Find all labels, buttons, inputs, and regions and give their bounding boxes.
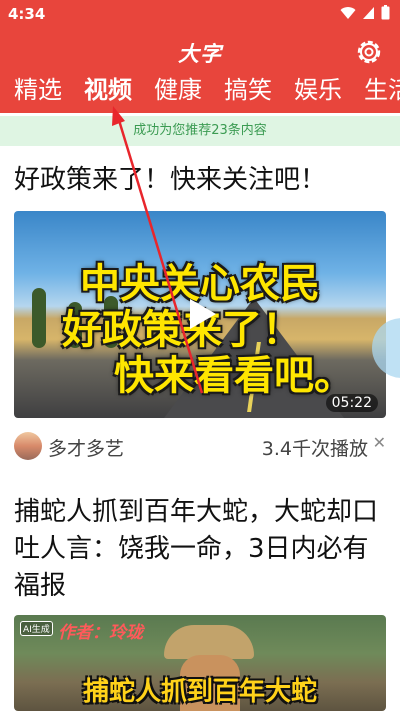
title-row: 大字 <box>0 32 400 72</box>
ai-generated-badge: AI生成 <box>20 621 53 636</box>
author-name[interactable]: 多才多艺 <box>48 434 124 461</box>
play-icon[interactable] <box>180 293 222 335</box>
signal-icon <box>363 6 374 19</box>
avatar[interactable] <box>14 432 42 460</box>
tab-label: 精选 <box>14 76 62 104</box>
tab-entertainment[interactable]: 娱乐 <box>280 74 350 112</box>
screen: 4:34 大字 精选 视频 健康 搞笑 娱乐 生 成功为您推荐23条内容 好政策… <box>0 0 400 711</box>
status-icons <box>340 5 390 20</box>
cover-text: 快来看看吧。 <box>114 353 354 399</box>
tab-label: 视频 <box>84 76 132 104</box>
tab-life[interactable]: 生活 <box>350 74 400 112</box>
article-meta: 多才多艺 3.4千次播放 ✕ <box>14 432 386 462</box>
category-tabs: 精选 视频 健康 搞笑 娱乐 生活 <box>0 74 400 116</box>
battery-icon <box>381 5 390 20</box>
wifi-icon <box>340 6 356 19</box>
tab-label: 搞笑 <box>224 76 272 104</box>
header: 4:34 大字 精选 视频 健康 搞笑 娱乐 生 <box>0 0 400 116</box>
recommendation-toast: 成功为您推荐23条内容 <box>0 116 400 146</box>
article-title[interactable]: 捕蛇人抓到百年大蛇，大蛇却口吐人言：饶我一命，3日内必有福报 <box>14 494 386 605</box>
cover-text: 捕蛇人抓到百年大蛇 <box>82 677 317 707</box>
close-icon[interactable]: ✕ <box>373 433 386 452</box>
play-count: 3.4千次播放 <box>261 438 368 460</box>
video-thumbnail[interactable]: 中央关心农民 好政策来了！ 快来看看吧。 05:22 <box>14 211 386 418</box>
tab-video[interactable]: 视频 <box>70 74 140 116</box>
video-thumbnail[interactable]: AI生成 作者：玲珑 捕蛇人抓到百年大蛇 <box>14 615 386 711</box>
article-title[interactable]: 好政策来了！快来关注吧！ <box>14 162 386 199</box>
tab-label: 娱乐 <box>294 76 342 104</box>
app-title: 大字 <box>178 42 222 66</box>
gear-icon[interactable] <box>354 37 384 67</box>
tab-health[interactable]: 健康 <box>140 74 210 112</box>
status-time: 4:34 <box>8 5 46 23</box>
tab-funny[interactable]: 搞笑 <box>210 74 280 112</box>
hat <box>164 625 254 659</box>
tab-jingxuan[interactable]: 精选 <box>0 74 70 112</box>
tab-label: 生活 <box>364 76 400 104</box>
cover-author-tag: 作者：玲珑 <box>58 623 143 643</box>
tab-label: 健康 <box>154 76 202 104</box>
status-bar: 4:34 <box>0 0 400 30</box>
video-duration: 05:22 <box>325 394 378 412</box>
